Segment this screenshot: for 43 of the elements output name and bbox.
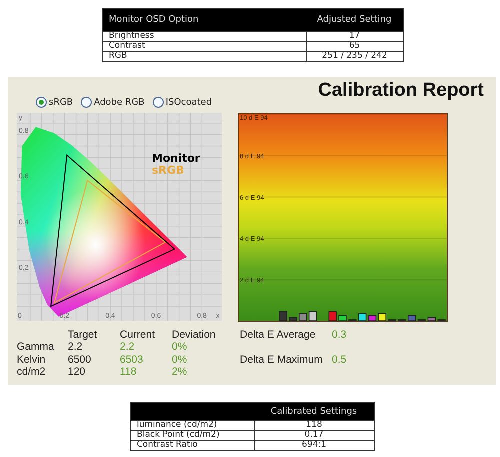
- table-cell: Contrast: [102, 42, 306, 52]
- legend-label: Monitor: [152, 152, 200, 165]
- radio-button[interactable]: [81, 97, 92, 108]
- target-value: 6500: [68, 354, 92, 366]
- current-value: 2.2: [120, 341, 136, 354]
- column-header: Target: [68, 329, 98, 342]
- stat-value: 0.3: [332, 329, 348, 343]
- column-header: Adjusted Setting: [306, 8, 404, 32]
- radio-button[interactable]: [36, 97, 47, 108]
- current-value: 6503: [120, 354, 144, 366]
- stat-label: Delta E Maximum: [240, 354, 324, 368]
- radio-option[interactable]: Adobe RGB: [81, 97, 145, 108]
- table-cell: 118: [254, 420, 374, 430]
- radio-option[interactable]: ISOcoated: [152, 97, 212, 108]
- column-header: Deviation: [172, 329, 217, 342]
- deviation-value: 0%: [172, 341, 188, 354]
- table-cell: 0.17: [254, 430, 374, 440]
- table-cell: luminance (cd/m2): [130, 420, 254, 430]
- legend-label: sRGB: [152, 164, 184, 177]
- target-value: 2.2: [68, 341, 84, 354]
- column-header: Calibrated Settings: [254, 402, 374, 420]
- report-title: Calibration Report: [318, 80, 484, 102]
- column-header: Monitor OSD Option: [102, 8, 306, 32]
- row-label: cd/m2: [17, 366, 47, 378]
- row-label: Gamma: [17, 341, 56, 354]
- table-cell: 17: [306, 32, 404, 42]
- table-cell: RGB: [102, 52, 306, 62]
- row-label: Kelvin: [17, 354, 47, 366]
- target-value: 120: [68, 366, 87, 378]
- current-value: 118: [120, 366, 138, 378]
- table-cell: 65: [306, 42, 404, 52]
- table-cell: Brightness: [102, 32, 306, 42]
- table-cell: 694:1: [254, 440, 374, 450]
- table-cell: Contrast Ratio: [130, 440, 254, 450]
- table-cell: 251 / 235 / 242: [306, 52, 404, 62]
- column-header: Current: [120, 329, 156, 342]
- deviation-value: 0%: [172, 354, 188, 366]
- stat-value: 0.5: [332, 354, 348, 368]
- stat-label: Delta E Average: [240, 329, 317, 343]
- table-cell: Black Point (cd/m2): [130, 430, 254, 440]
- deviation-value: 2%: [172, 366, 188, 378]
- radio-option[interactable]: sRGB: [36, 97, 74, 108]
- radio-button[interactable]: [152, 97, 164, 108]
